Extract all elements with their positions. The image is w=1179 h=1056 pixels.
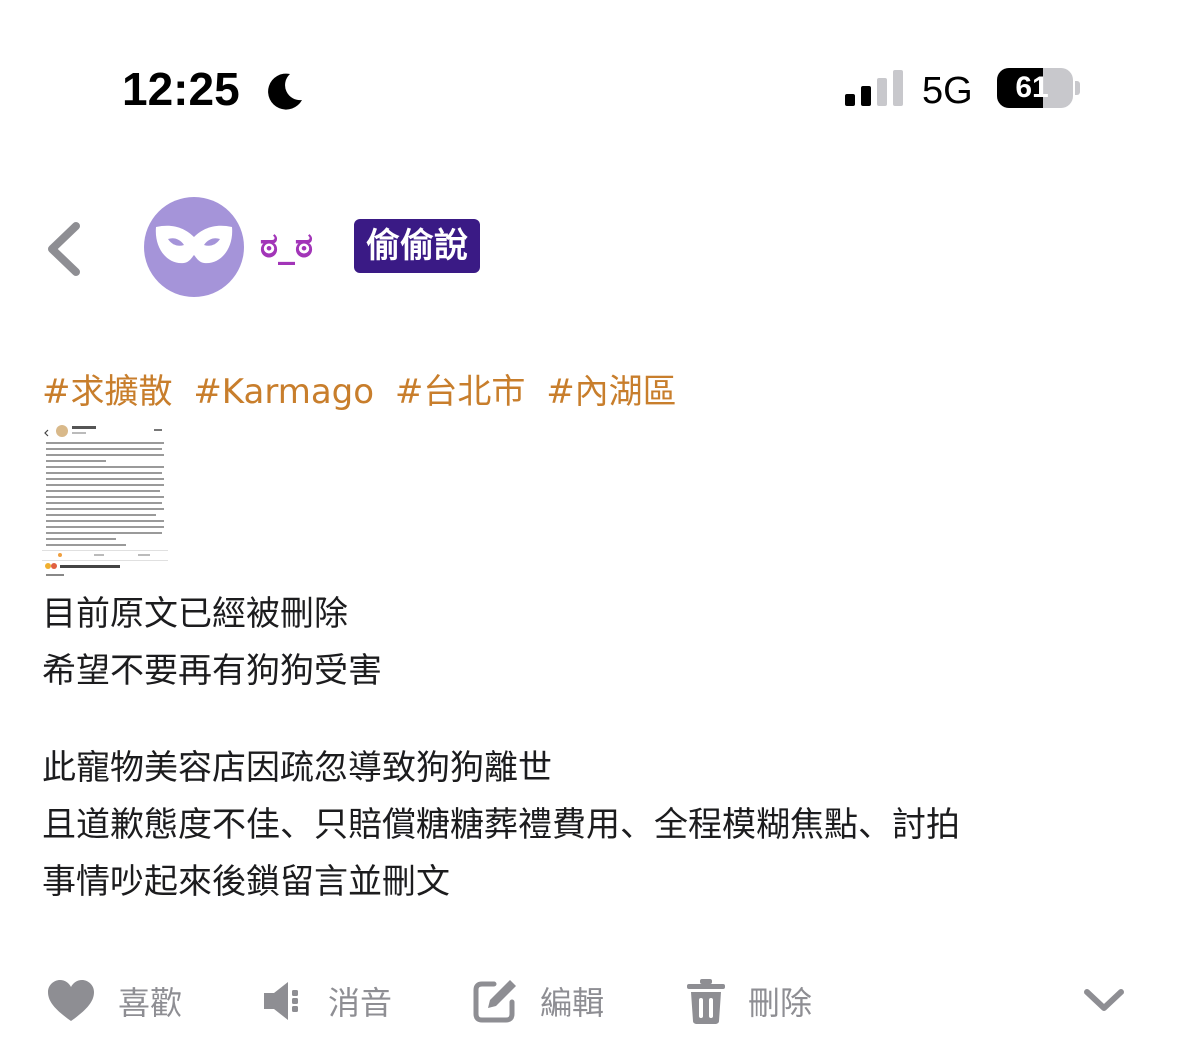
status-time: 12:25 <box>122 63 240 115</box>
attached-screenshot-image[interactable] <box>42 418 168 582</box>
like-button[interactable]: 喜歡 <box>46 966 182 1036</box>
battery-icon: 61 <box>997 68 1073 108</box>
battery-level: 61 <box>1015 71 1049 104</box>
back-chevron-icon[interactable] <box>40 220 90 278</box>
expand-button[interactable] <box>1083 966 1125 1036</box>
post-text-line: 此寵物美容店因疏忽導致狗狗離世 <box>42 748 552 788</box>
post-text-line: 事情吵起來後鎖留言並刪文 <box>42 862 450 902</box>
username[interactable]: ಠ_ಠ <box>260 226 313 266</box>
heart-icon <box>48 980 94 1021</box>
like-label: 喜歡 <box>118 984 183 1022</box>
mute-button[interactable]: 消音 <box>260 966 392 1036</box>
avatar[interactable] <box>144 197 244 297</box>
network-type: 5G <box>922 70 973 112</box>
edit-button[interactable]: 編輯 <box>472 966 604 1036</box>
hashtag-link[interactable]: #Karmago <box>193 372 374 412</box>
edit-icon <box>473 980 516 1023</box>
post-paragraph: 目前原文已經被刪除 希望不要再有狗狗受害 <box>42 586 382 700</box>
moon-icon <box>268 73 302 110</box>
mask-icon <box>155 225 233 264</box>
chevron-down-icon <box>1084 989 1124 1011</box>
post-paragraph: 此寵物美容店因疏忽導致狗狗離世 且道歉態度不佳、只賠償糖糖葬禮費用、全程模糊焦點… <box>42 740 960 911</box>
signal-icon <box>845 70 903 106</box>
delete-button[interactable]: 刪除 <box>686 966 812 1036</box>
post-action-bar: 喜歡 消音 編輯 刪除 <box>0 966 1179 1036</box>
hashtag-link[interactable]: #求擴散 <box>42 372 173 412</box>
hashtag-link[interactable]: #台北市 <box>395 372 526 412</box>
screenshot-preview <box>42 425 168 576</box>
mute-label: 消音 <box>328 984 393 1022</box>
hashtag-link[interactable]: #內湖區 <box>546 372 677 412</box>
post-screen: 12:25 5G 61 ಠ_ಠ 偷偷說 #求擴散 #Karmago #台北市 #… <box>0 0 1179 1056</box>
post-text-line: 目前原文已經被刪除 <box>42 594 348 634</box>
trash-icon <box>687 979 725 1024</box>
battery-nub <box>1075 81 1080 95</box>
board-badge[interactable]: 偷偷說 <box>354 219 480 273</box>
edit-label: 編輯 <box>540 984 605 1022</box>
speaker-mute-icon <box>264 982 298 1020</box>
hashtag-list: #求擴散 #Karmago #台北市 #內湖區 <box>42 364 687 413</box>
post-text-line: 且道歉態度不佳、只賠償糖糖葬禮費用、全程模糊焦點、討拍 <box>42 805 960 845</box>
delete-label: 刪除 <box>748 984 813 1022</box>
post-text-line: 希望不要再有狗狗受害 <box>42 651 382 691</box>
